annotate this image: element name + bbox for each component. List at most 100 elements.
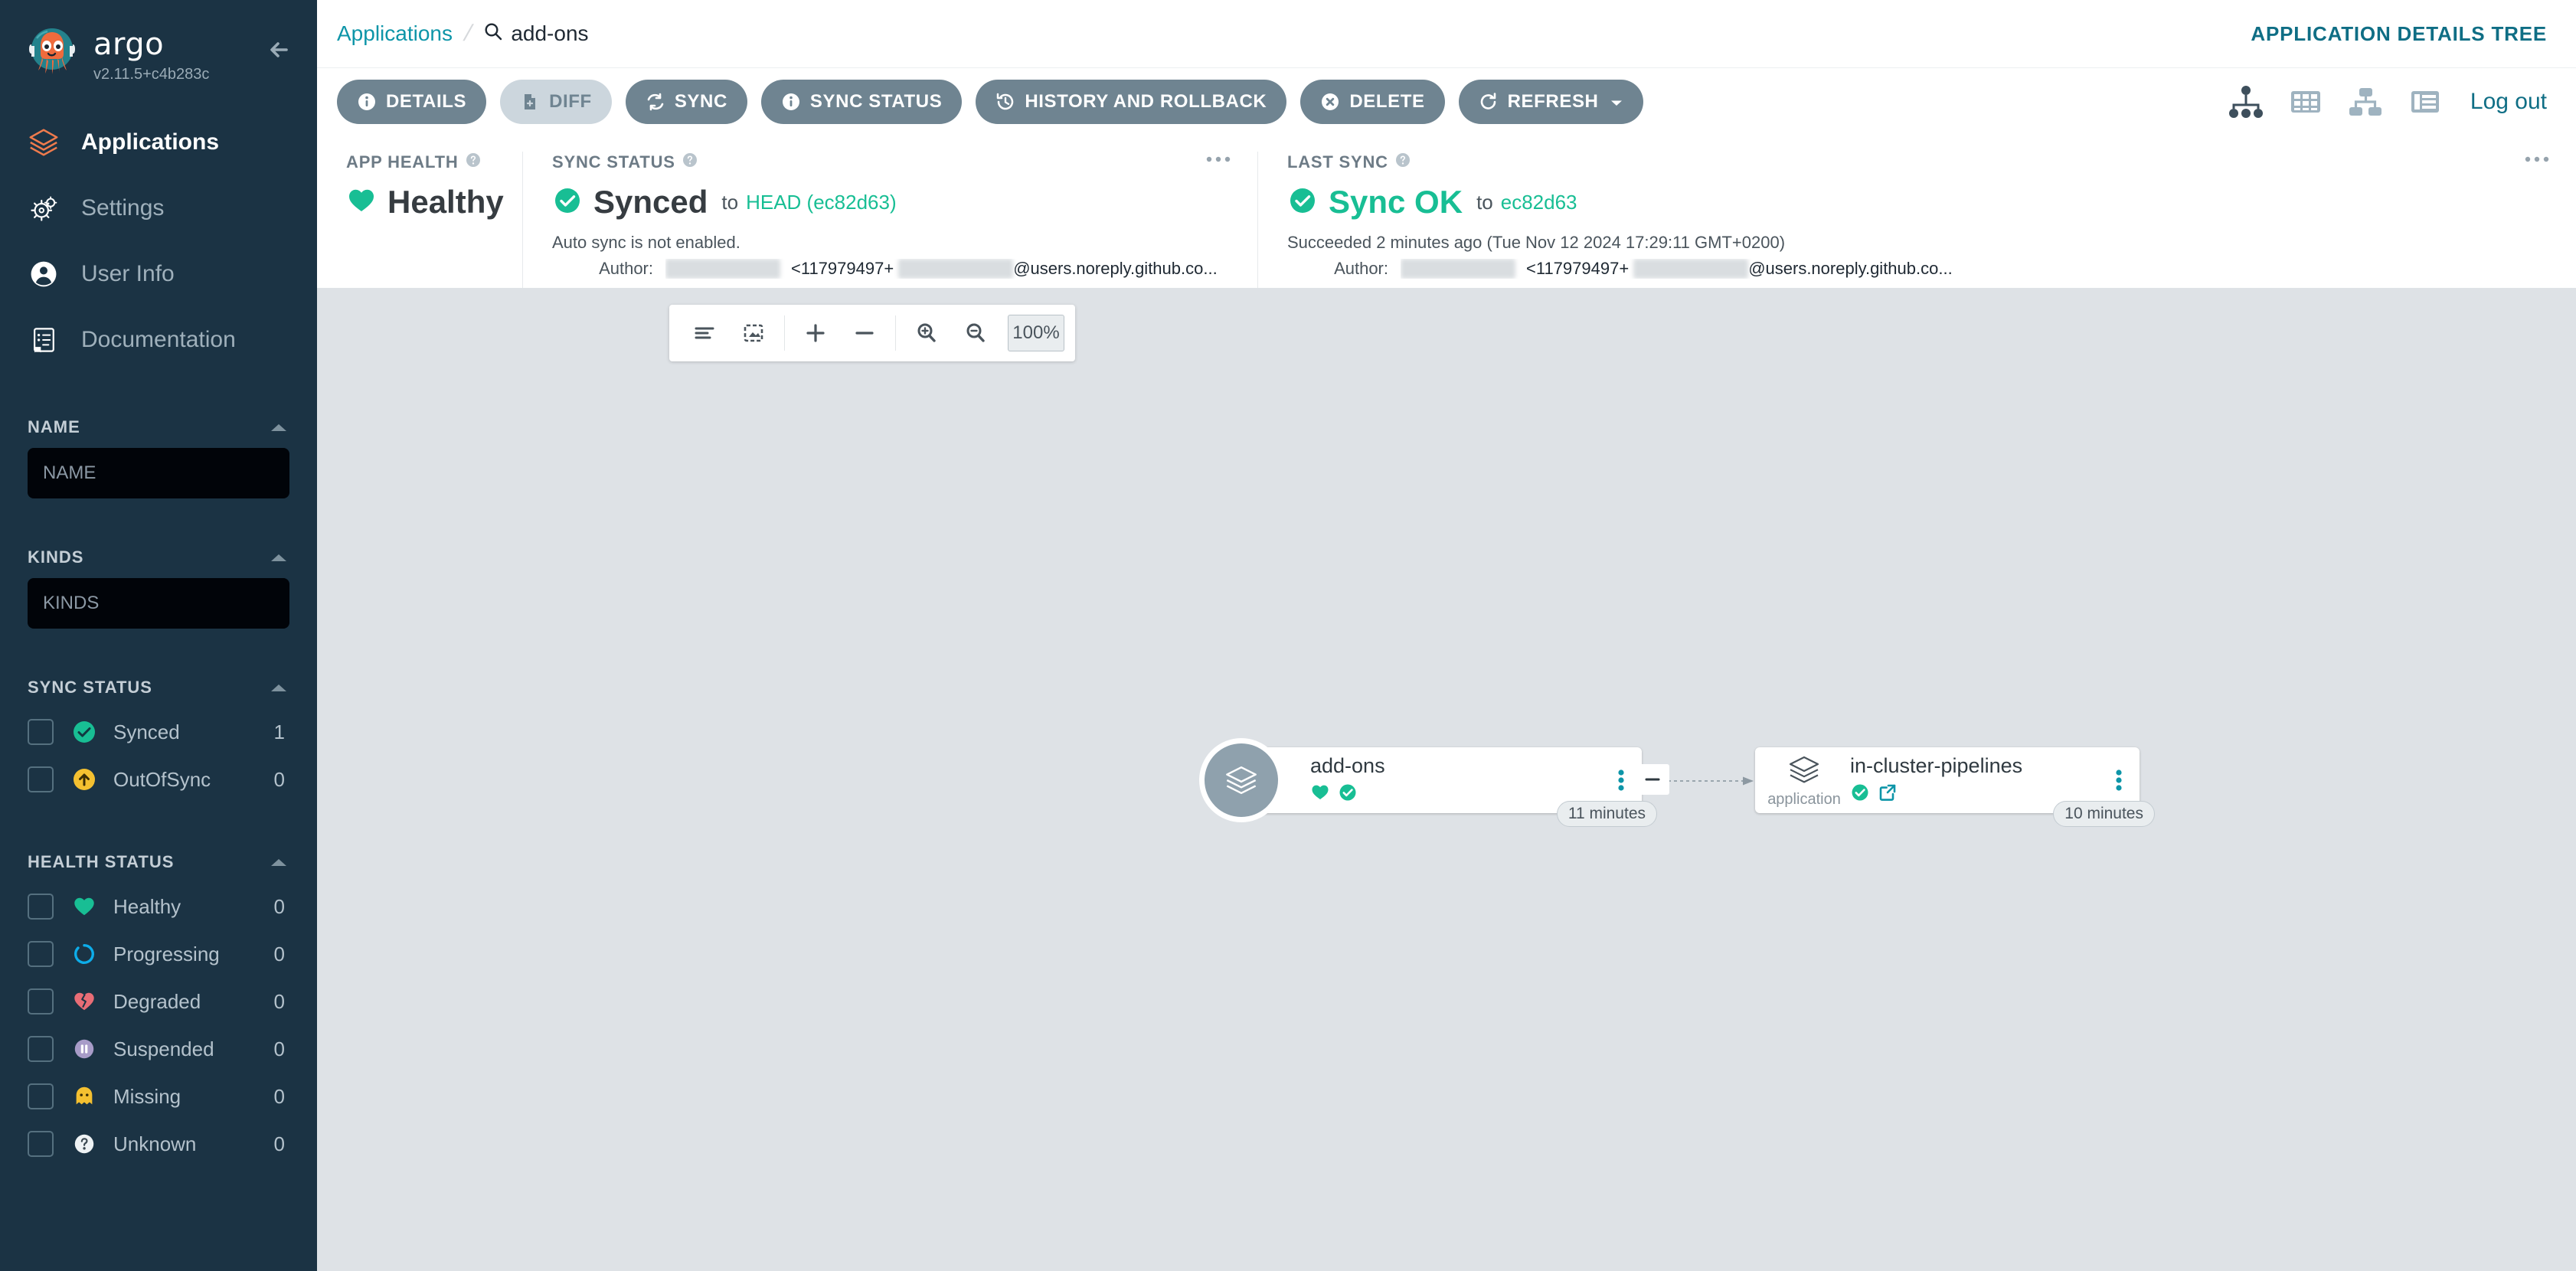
collapse-node-button[interactable] [1636, 764, 1669, 795]
filter-label-outofsync: OutOfSync [113, 768, 274, 792]
filter-header-kinds[interactable]: KINDS [28, 537, 289, 578]
checkbox-unknown[interactable] [28, 1131, 54, 1157]
plus-icon[interactable] [791, 309, 840, 358]
filter-count-unknown: 0 [274, 1132, 289, 1156]
filter-row-synced[interactable]: Synced 1 [28, 708, 289, 756]
argo-octopus-logo-icon [23, 23, 81, 81]
pods-grid-view-icon[interactable] [2282, 80, 2329, 123]
graph-node-add-ons[interactable]: add-ons 11 minutes [1234, 747, 1642, 813]
history-and-rollback-button[interactable]: HISTORY AND ROLLBACK [976, 80, 1286, 124]
pause-circle-icon [69, 1037, 100, 1061]
help-circle-icon[interactable] [465, 152, 482, 173]
filter-panel: NAME KINDS SYNC STATUS [0, 394, 317, 1168]
redacted-author-name [1401, 259, 1515, 279]
sidebar-nav: Applications Sett [0, 109, 317, 373]
checkbox-healthy[interactable] [28, 894, 54, 920]
help-circle-icon[interactable] [1394, 152, 1411, 173]
sync-status-more-menu-icon[interactable] [1205, 153, 1231, 167]
last-sync-note: Succeeded 2 minutes ago (Tue Nov 12 2024… [1287, 233, 2547, 253]
list-view-icon[interactable] [2401, 80, 2449, 123]
collapse-sidebar-arrow-icon[interactable] [262, 32, 297, 67]
filter-row-missing[interactable]: Missing 0 [28, 1073, 289, 1120]
sidebar-item-applications[interactable]: Applications [0, 109, 317, 175]
checkbox-missing[interactable] [28, 1083, 54, 1109]
filter-row-degraded[interactable]: Degraded 0 [28, 978, 289, 1025]
refresh-icon [1479, 92, 1499, 112]
zoom-out-icon[interactable] [951, 309, 1000, 358]
sidebar-item-settings[interactable]: Settings [0, 175, 317, 241]
checkbox-outofsync[interactable] [28, 766, 54, 792]
kinds-filter-input[interactable] [28, 578, 289, 629]
align-icon[interactable] [680, 309, 729, 358]
last-sync-more-menu-icon[interactable] [2524, 153, 2550, 167]
last-sync-value-row: Sync OK to ec82d63 [1287, 184, 2547, 221]
version-label: v2.11.5+c4b283c [93, 66, 262, 83]
last-sync-author-key: Author: [1287, 259, 1388, 279]
resource-tree-canvas[interactable]: 100% add-ons [317, 288, 2576, 1271]
fit-to-screen-icon[interactable] [729, 309, 778, 358]
last-sync-author-domain: @users.noreply.github.co... [1748, 259, 1953, 279]
tree-view-icon[interactable] [2222, 80, 2270, 123]
filter-label-progressing: Progressing [113, 943, 274, 966]
refresh-button[interactable]: REFRESH [1459, 80, 1643, 124]
sync-status-button-label: SYNC STATUS [810, 91, 942, 113]
filter-row-suspended[interactable]: Suspended 0 [28, 1025, 289, 1073]
name-filter-input[interactable] [28, 448, 289, 498]
search-icon [483, 21, 511, 47]
node-menu-in-cluster-pipelines[interactable] [2098, 767, 2140, 793]
external-link-icon[interactable] [1878, 783, 1898, 806]
filter-row-unknown[interactable]: Unknown 0 [28, 1120, 289, 1168]
checkbox-suspended[interactable] [28, 1036, 54, 1062]
breadcrumb-current: add-ons [483, 21, 588, 47]
sidebar-item-user-info[interactable]: User Info [0, 241, 317, 307]
minus-icon[interactable] [840, 309, 889, 358]
filter-row-outofsync[interactable]: OutOfSync 0 [28, 756, 289, 803]
sync-button-label: SYNC [675, 91, 727, 113]
auto-sync-note: Auto sync is not enabled. [552, 233, 1228, 253]
chevron-up-icon[interactable] [268, 681, 289, 694]
question-circle-icon [69, 1132, 100, 1156]
network-view-icon[interactable] [2342, 80, 2389, 123]
breadcrumb-applications[interactable]: Applications [337, 21, 453, 46]
file-diff-icon [520, 92, 540, 112]
check-circle-icon [552, 185, 583, 220]
help-circle-icon[interactable] [682, 152, 698, 173]
zoom-level-input[interactable]: 100% [1008, 315, 1064, 351]
diff-button[interactable]: DIFF [500, 80, 612, 124]
filter-count-progressing: 0 [274, 943, 289, 966]
details-button[interactable]: DETAILS [337, 80, 486, 124]
info-circle-icon [781, 92, 801, 112]
sync-status-revision[interactable]: HEAD (ec82d63) [746, 191, 897, 214]
checkbox-degraded[interactable] [28, 988, 54, 1015]
filter-row-progressing[interactable]: Progressing 0 [28, 930, 289, 978]
filter-row-healthy[interactable]: Healthy 0 [28, 883, 289, 930]
application-details-tree-label[interactable]: APPLICATION DETAILS TREE [2251, 22, 2547, 45]
sidebar-item-documentation[interactable]: Documentation [0, 307, 317, 373]
redacted-author-name [665, 259, 780, 279]
graph-toolbar: 100% [669, 305, 1075, 361]
graph-node-in-cluster-pipelines[interactable]: application in-cluster-pipelines [1755, 747, 2140, 813]
zoom-in-icon[interactable] [902, 309, 951, 358]
logout-link[interactable]: Log out [2470, 89, 2547, 115]
filter-header-name[interactable]: NAME [28, 407, 289, 448]
filter-header-sync-status[interactable]: SYNC STATUS [28, 667, 289, 708]
checkbox-progressing[interactable] [28, 941, 54, 967]
sync-button[interactable]: SYNC [626, 80, 747, 124]
filter-title-name: NAME [28, 417, 80, 437]
node-avatar-application [1199, 738, 1283, 822]
checkbox-synced[interactable] [28, 719, 54, 745]
chevron-up-icon[interactable] [268, 551, 289, 564]
delete-button[interactable]: DELETE [1300, 80, 1444, 124]
filter-header-health-status[interactable]: HEALTH STATUS [28, 841, 289, 883]
chevron-up-icon[interactable] [268, 421, 289, 433]
last-sync-author-value: <117979497+ @users.noreply.github.co... [1401, 259, 1953, 279]
view-mode-switcher: Log out [2210, 80, 2547, 123]
sync-status-button[interactable]: SYNC STATUS [761, 80, 962, 124]
filter-label-degraded: Degraded [113, 990, 274, 1014]
last-sync-revision[interactable]: ec82d63 [1501, 191, 1577, 214]
brand-block: argo v2.11.5+c4b283c [93, 23, 262, 83]
filter-label-unknown: Unknown [113, 1132, 274, 1156]
sidebar-label-user-info: User Info [81, 261, 175, 287]
gear-icon [26, 191, 61, 226]
chevron-up-icon[interactable] [268, 856, 289, 868]
